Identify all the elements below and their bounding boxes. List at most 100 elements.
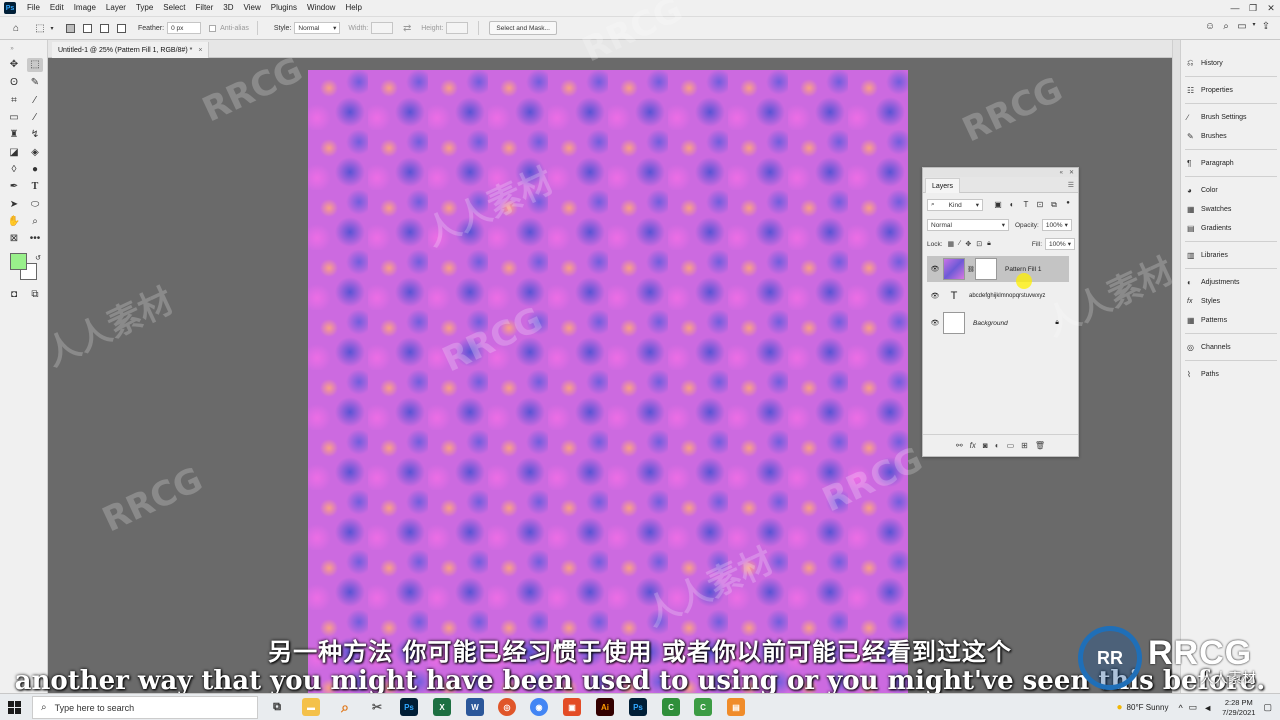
subtract-selection-icon[interactable]: [100, 23, 109, 33]
quick-selection-tool-icon[interactable]: ✎: [27, 76, 43, 90]
feather-input[interactable]: 0 px: [167, 22, 202, 34]
menu-item-view[interactable]: View: [239, 0, 266, 16]
menu-item-3d[interactable]: 3D: [218, 0, 238, 16]
panel-gradients[interactable]: ▤ Gradients: [1187, 221, 1231, 235]
chevron-down-icon[interactable]: ▾: [48, 20, 56, 36]
lock-transparency-icon[interactable]: ▦: [948, 240, 955, 248]
filter-toggle-icon[interactable]: ●: [1061, 200, 1075, 210]
panel-libraries[interactable]: ▥ Libraries: [1187, 248, 1228, 262]
new-group-icon[interactable]: ▭: [1007, 441, 1015, 450]
taskbar-search[interactable]: ⌕ Type here to search: [32, 696, 258, 719]
blur-tool-icon[interactable]: ◊: [6, 163, 22, 177]
link-icon[interactable]: ⛓︎: [967, 266, 975, 273]
add-mask-icon[interactable]: ◙: [983, 441, 988, 450]
swap-icon[interactable]: ⇄: [399, 20, 415, 36]
antialias-checkbox[interactable]: [209, 24, 217, 32]
lock-position-icon[interactable]: ✥: [965, 240, 971, 248]
menu-item-edit[interactable]: Edit: [45, 0, 69, 16]
hand-tool-icon[interactable]: ✋: [6, 215, 22, 229]
pattern-thumbnail[interactable]: [943, 258, 965, 280]
clock[interactable]: 2:28 PM 7/29/2021: [1222, 698, 1255, 718]
recorder-icon[interactable]: ▣: [563, 698, 581, 716]
fill-input[interactable]: 100% ▾: [1045, 238, 1075, 250]
crop-tool-icon[interactable]: ⌗: [6, 94, 22, 108]
rectangular-marquee-tool-icon[interactable]: ⬚: [27, 58, 43, 72]
home-icon[interactable]: ⌂: [8, 20, 24, 36]
menu-item-window[interactable]: Window: [302, 0, 340, 16]
blend-mode-select[interactable]: Normal ▾: [927, 219, 1009, 231]
eraser-tool-icon[interactable]: ◪: [6, 146, 22, 160]
eyedropper-tool-icon[interactable]: ⁄: [27, 94, 43, 108]
word-icon[interactable]: W: [466, 698, 484, 716]
paint-bucket-tool-icon[interactable]: ◈: [27, 146, 43, 160]
panel-history[interactable]: ⎌ History: [1187, 56, 1223, 70]
lock-artboard-icon[interactable]: ⊡: [976, 240, 982, 248]
foreground-color-swatch[interactable]: [10, 253, 27, 270]
pen-tool-icon[interactable]: ✒: [6, 180, 22, 194]
workspace-icon[interactable]: ▭: [1234, 21, 1250, 32]
menu-item-help[interactable]: Help: [340, 0, 366, 16]
app-icon[interactable]: ◎: [498, 698, 516, 716]
link-layers-icon[interactable]: ⚯: [956, 441, 963, 450]
layers-tab[interactable]: Layers: [925, 178, 961, 193]
panel-properties[interactable]: ☷ Properties: [1187, 83, 1233, 97]
layer-kind-filter[interactable]: ⌕ Kind ▾: [927, 199, 983, 211]
snipping-tool-icon[interactable]: ✂: [368, 698, 386, 716]
move-tool-icon[interactable]: ✥: [6, 58, 22, 72]
panel-brushes[interactable]: ✎ Brushes: [1187, 129, 1227, 143]
file-explorer-icon[interactable]: ▬: [302, 698, 320, 716]
add-selection-icon[interactable]: [83, 23, 92, 33]
volume-icon[interactable]: ◄: [1203, 703, 1212, 713]
menu-item-layer[interactable]: Layer: [101, 0, 131, 16]
panel-paths[interactable]: ⌇ Paths: [1187, 367, 1219, 381]
panel-color[interactable]: ◕ Color: [1187, 183, 1218, 197]
select-and-mask-button[interactable]: Select and Mask...: [489, 21, 557, 35]
network-icon[interactable]: ▭: [1189, 702, 1198, 713]
new-selection-icon[interactable]: [66, 23, 75, 33]
app-icon-2[interactable]: ▤: [727, 698, 745, 716]
close-icon[interactable]: ✕: [1262, 0, 1280, 16]
smart-object-filter-icon[interactable]: ⧉: [1047, 200, 1061, 210]
close-panel-icon[interactable]: ✕: [1069, 169, 1074, 176]
eye-icon[interactable]: 👁︎: [927, 292, 943, 300]
marquee-preset-icon[interactable]: ⬚: [32, 20, 48, 36]
collapse-icon[interactable]: »: [4, 42, 20, 56]
artboard-tool-icon[interactable]: ⊠: [6, 232, 22, 246]
panel-brush-settings[interactable]: ∕ Brush Settings: [1187, 110, 1247, 124]
menu-item-type[interactable]: Type: [131, 0, 158, 16]
layer-row-background[interactable]: 👁︎ Background 🔒︎: [927, 310, 1069, 336]
shape-filter-icon[interactable]: ⊡: [1033, 200, 1047, 210]
swap-colors-icon[interactable]: ↺: [30, 251, 46, 265]
screen-mode-icon[interactable]: ⧉: [27, 288, 43, 302]
ellipse-tool-icon[interactable]: ⬭: [27, 198, 43, 212]
type-tool-icon[interactable]: T: [27, 180, 43, 194]
photoshop-taskbar-icon[interactable]: Ps: [400, 698, 418, 716]
quick-mask-icon[interactable]: ◘: [6, 288, 22, 302]
adjustment-filter-icon[interactable]: ◐: [1005, 200, 1019, 210]
share-export-icon[interactable]: ⇪: [1258, 21, 1274, 32]
eye-icon[interactable]: 👁︎: [927, 319, 943, 327]
panel-channels[interactable]: ◎ Channels: [1187, 340, 1231, 354]
search-app-icon[interactable]: ⌕: [336, 698, 354, 716]
lasso-tool-icon[interactable]: ʘ: [6, 76, 22, 90]
zoom-tool-icon[interactable]: ⌕: [27, 215, 43, 229]
panel-menu-icon[interactable]: ☰: [1068, 181, 1074, 189]
type-filter-icon[interactable]: T: [1019, 200, 1033, 210]
chevron-down-icon[interactable]: ▾: [1250, 21, 1258, 32]
document-canvas[interactable]: [308, 70, 908, 693]
width-input[interactable]: [371, 22, 394, 34]
stamp-tool-icon[interactable]: ♜: [6, 128, 22, 142]
eye-icon[interactable]: 👁︎: [927, 265, 943, 273]
illustrator-icon[interactable]: Ai: [596, 698, 614, 716]
intersect-selection-icon[interactable]: [117, 23, 126, 33]
dodge-tool-icon[interactable]: ●: [27, 163, 43, 177]
restore-icon[interactable]: ❐: [1244, 0, 1262, 16]
camtasia-icon[interactable]: C: [662, 698, 680, 716]
fx-icon[interactable]: fx: [970, 441, 976, 450]
camtasia-icon-2[interactable]: C: [694, 698, 712, 716]
more-tools-icon[interactable]: •••: [27, 232, 43, 246]
panel-patterns[interactable]: ▦ Patterns: [1187, 313, 1227, 327]
panel-paragraph[interactable]: ¶ Paragraph: [1187, 156, 1234, 170]
brush-tool-icon[interactable]: ∕: [27, 111, 43, 125]
notifications-icon[interactable]: ▢: [1263, 702, 1272, 713]
